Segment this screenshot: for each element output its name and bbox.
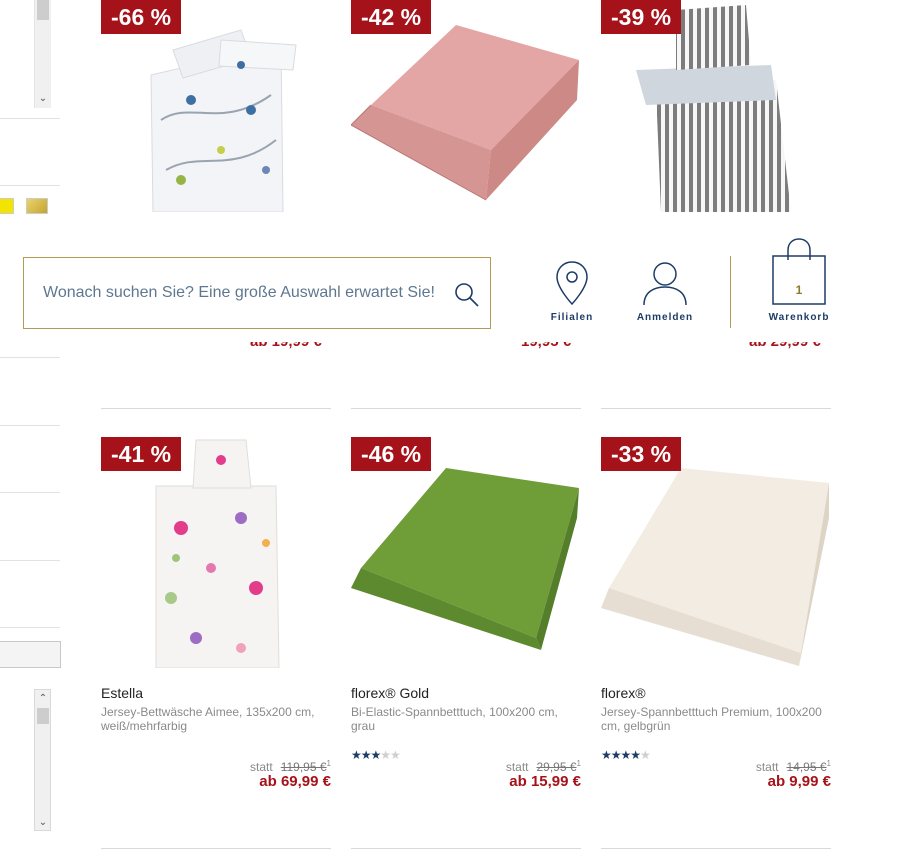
- divider: [0, 627, 60, 628]
- current-price: ab 9,99 €: [767, 773, 831, 790]
- current-price: ab 15,99 €: [509, 773, 581, 790]
- stores-button[interactable]: Filialen: [527, 260, 617, 323]
- divider: [0, 357, 60, 358]
- divider: [0, 560, 60, 561]
- search-icon[interactable]: [454, 282, 480, 308]
- divider: [601, 408, 831, 409]
- divider: [0, 118, 60, 119]
- color-swatch-yellow[interactable]: [0, 198, 14, 214]
- product-description[interactable]: Bi-Elastic-Spannbetttuch, 100x200 cm, gr…: [351, 705, 581, 733]
- product-brand[interactable]: florex® Gold: [351, 685, 429, 701]
- product-image-fitted-sheet-green[interactable]: [351, 438, 581, 668]
- divider: [0, 425, 60, 426]
- search-input[interactable]: [24, 258, 444, 328]
- divider: [0, 185, 60, 186]
- divider: [101, 848, 331, 849]
- divider: [351, 848, 581, 849]
- chevron-up-icon[interactable]: ⌃: [35, 692, 51, 706]
- product-card[interactable]: -33 % florex® Jersey-Spannbetttuch Premi…: [601, 408, 831, 818]
- discount-badge: -41 %: [101, 437, 182, 471]
- star-rating: ★★★★★: [601, 748, 651, 762]
- divider: [101, 408, 331, 409]
- current-price: ab 69,99 €: [259, 773, 331, 790]
- product-card[interactable]: -41 % Estella Jersey-Bettwäsche Aimee, 1…: [101, 408, 331, 818]
- scrollbar-thumb[interactable]: [37, 0, 49, 20]
- discount-badge: -42 %: [351, 0, 432, 34]
- cart-label: Warenkorb: [768, 312, 830, 323]
- cart-count-badge: 1: [795, 283, 803, 297]
- product-image-bedding-floral[interactable]: [101, 438, 331, 668]
- cart-button[interactable]: 1 Warenkorb: [754, 238, 844, 323]
- product-image-fitted-sheet-cream[interactable]: [601, 438, 831, 668]
- scrollbar-thumb[interactable]: [37, 708, 49, 724]
- divider: [601, 848, 831, 849]
- divider: [351, 408, 581, 409]
- product-description[interactable]: Jersey-Bettwäsche Aimee, 135x200 cm, wei…: [101, 705, 331, 733]
- product-card[interactable]: -46 % florex® Gold Bi-Elastic-Spannbettt…: [351, 408, 581, 818]
- old-price: statt 29,95 €1: [505, 759, 581, 774]
- product-description[interactable]: Jersey-Spannbetttuch Premium, 100x200 cm…: [601, 705, 831, 733]
- login-button[interactable]: Anmelden: [620, 260, 710, 323]
- star-rating: ★★★★★: [351, 748, 401, 762]
- chevron-down-icon[interactable]: ⌄: [35, 816, 51, 830]
- search-box[interactable]: [23, 257, 491, 329]
- chevron-down-icon[interactable]: ⌄: [35, 92, 51, 106]
- login-label: Anmelden: [636, 312, 694, 323]
- sidebar-scrollbar-top[interactable]: ⌄: [34, 0, 51, 108]
- sidebar-input[interactable]: [0, 641, 61, 668]
- stores-label: Filialen: [550, 312, 594, 323]
- product-brand[interactable]: Estella: [101, 685, 143, 701]
- discount-badge: -33 %: [601, 437, 682, 471]
- color-swatch-gold[interactable]: [26, 198, 48, 214]
- location-pin-icon: [556, 261, 588, 306]
- discount-badge: -46 %: [351, 437, 432, 471]
- header-divider: [730, 256, 731, 328]
- sidebar-scrollbar-bottom[interactable]: ⌃ ⌄: [34, 689, 51, 831]
- user-icon: [643, 262, 687, 306]
- old-price: statt 14,95 €1: [755, 759, 831, 774]
- product-brand[interactable]: florex®: [601, 685, 646, 701]
- divider: [0, 492, 60, 493]
- discount-badge: -66 %: [101, 0, 182, 34]
- old-price: statt 119,95 €1: [250, 759, 331, 774]
- site-header: Filialen Anmelden 1 Warenkorb: [0, 232, 901, 342]
- discount-badge: -39 %: [601, 0, 682, 34]
